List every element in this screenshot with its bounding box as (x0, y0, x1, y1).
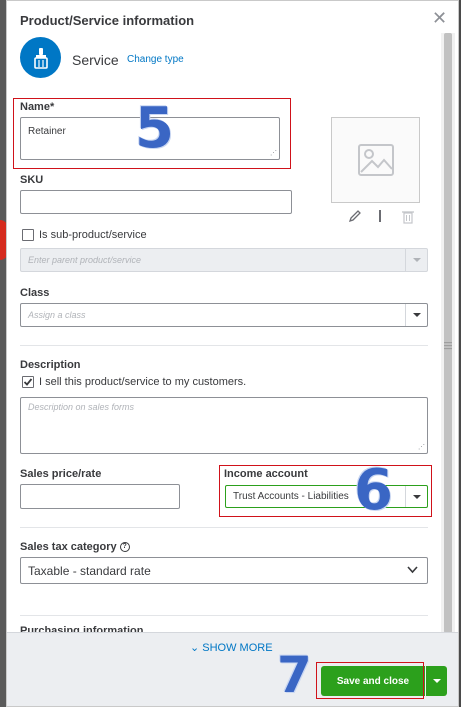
sub-product-checkbox[interactable] (22, 229, 34, 241)
sales-tax-value: Taxable - standard rate (28, 564, 151, 578)
edit-image-icon[interactable] (348, 209, 362, 226)
image-actions-divider (379, 210, 381, 222)
sales-price-field[interactable] (20, 484, 180, 509)
image-icon (357, 144, 394, 176)
chevron-down-icon (405, 249, 427, 271)
parent-placeholder: Enter parent product/service (28, 255, 142, 265)
annotation-step-5: 5 (135, 96, 174, 161)
delete-image-icon[interactable] (401, 209, 415, 227)
sales-tax-select[interactable]: Taxable - standard rate (20, 557, 428, 584)
annotation-box-income (219, 465, 432, 517)
annotation-step-7: 7 (277, 646, 312, 704)
product-service-panel: Product/Service information ✕ Service Ch… (6, 0, 459, 707)
description-field[interactable]: Description on sales forms ⋰ (20, 397, 428, 454)
class-label: Class (20, 287, 50, 299)
annotation-step-6: 6 (354, 458, 393, 523)
chevron-down-icon[interactable] (406, 563, 419, 579)
close-icon[interactable]: ✕ (432, 9, 447, 27)
scrollbar[interactable]: — — — (441, 33, 455, 633)
info-icon[interactable]: ? (119, 542, 130, 553)
service-type-icon (20, 37, 61, 78)
class-select[interactable]: Assign a class (20, 303, 428, 327)
class-placeholder: Assign a class (28, 310, 86, 320)
sku-field[interactable] (20, 190, 292, 214)
section-divider (20, 615, 428, 616)
sales-tax-label: Sales tax category? (20, 541, 130, 553)
description-label: Description (20, 359, 81, 371)
scrollbar-thumb[interactable] (444, 33, 452, 633)
description-placeholder: Description on sales forms (28, 402, 135, 412)
purchasing-label: Purchasing information (20, 625, 144, 632)
section-divider (20, 527, 428, 528)
show-more-label: SHOW MORE (202, 642, 273, 654)
sales-price-label: Sales price/rate (20, 468, 102, 480)
parent-product-select: Enter parent product/service (20, 248, 428, 272)
sell-checkbox[interactable] (22, 376, 34, 388)
panel-title: Product/Service information (20, 13, 195, 28)
scrollbar-grip-icon: — — — (444, 338, 452, 353)
show-more-link[interactable]: ⌄ SHOW MORE (190, 641, 273, 654)
save-options-dropdown[interactable] (426, 666, 447, 696)
annotation-box-save (316, 662, 424, 699)
product-image-placeholder[interactable] (331, 117, 420, 203)
chevron-down-icon (432, 679, 441, 683)
section-divider (20, 345, 428, 346)
sku-label: SKU (20, 174, 44, 186)
service-type-label: Service (72, 52, 119, 68)
chevron-down-icon: ⌄ (190, 642, 200, 654)
sub-product-label: Is sub-product/service (39, 229, 147, 241)
sell-label: I sell this product/service to my custom… (39, 376, 247, 388)
resize-handle-icon[interactable]: ⋰ (418, 444, 425, 451)
change-type-link[interactable]: Change type (127, 54, 184, 65)
chevron-down-icon[interactable] (405, 304, 427, 326)
sales-tax-label-text: Sales tax category (20, 541, 117, 553)
checkmark-icon (23, 378, 33, 386)
